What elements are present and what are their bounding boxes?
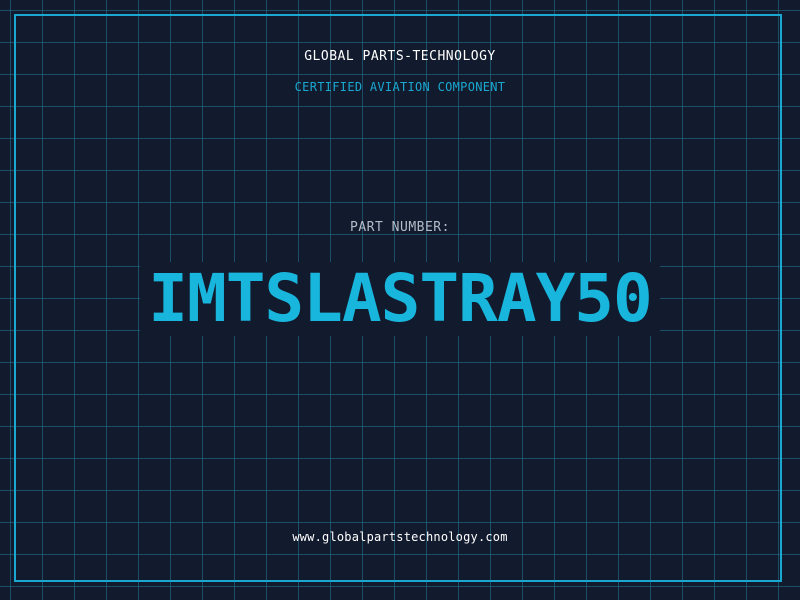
canvas: GLOBAL PARTS-TECHNOLOGY CERTIFIED AVIATI… xyxy=(0,0,800,600)
certification-subtitle: CERTIFIED AVIATION COMPONENT xyxy=(294,80,506,94)
part-number-value: IMTSLASTRAY50 xyxy=(140,262,660,336)
company-name: GLOBAL PARTS-TECHNOLOGY xyxy=(304,49,496,64)
part-number-label: PART NUMBER: xyxy=(350,220,450,235)
website-url: www.globalpartstechnology.com xyxy=(292,530,508,544)
part-number-container: IMTSLASTRAY50 xyxy=(0,262,800,336)
